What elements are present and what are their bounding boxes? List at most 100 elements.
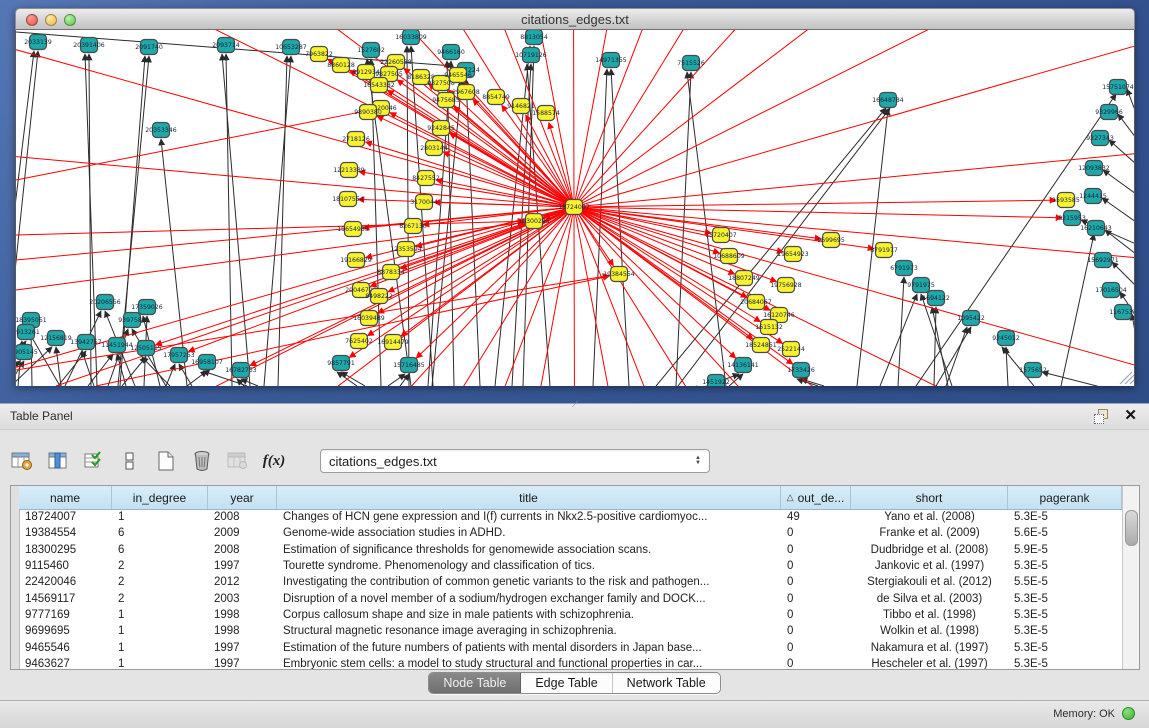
table-cell[interactable]: Stergiakouli et al. (2012) bbox=[851, 576, 1008, 588]
table-cell[interactable]: 18724007 bbox=[19, 511, 112, 523]
table-cell[interactable]: Nakamura et al. (1997) bbox=[851, 642, 1008, 654]
table-cell[interactable]: Embryonic stem cells: a model to study s… bbox=[277, 658, 781, 669]
table-cell[interactable]: Franke et al. (2009) bbox=[851, 527, 1008, 539]
delete-table-icon[interactable] bbox=[190, 449, 214, 473]
table-cell[interactable]: 14569117 bbox=[19, 593, 112, 605]
table-cell[interactable]: 1 bbox=[112, 658, 208, 669]
table-cell[interactable]: Hescheler et al. (1997) bbox=[851, 658, 1008, 669]
table-cell[interactable]: 1997 bbox=[208, 658, 277, 669]
table-cell[interactable]: 2008 bbox=[208, 511, 277, 523]
table-cell[interactable]: 5.3E-5 bbox=[1008, 511, 1122, 523]
table-row[interactable]: 2242004622012Investigating the contribut… bbox=[19, 574, 1122, 590]
table-cell[interactable]: 0 bbox=[781, 609, 851, 621]
window-titlebar[interactable]: citations_edges.txt bbox=[15, 8, 1135, 30]
table-row[interactable]: 1830029562008Estimation of significance … bbox=[19, 542, 1122, 558]
table-cell[interactable]: 49 bbox=[781, 511, 851, 523]
network-canvas[interactable]: 2033139203914062091740209371410653287152… bbox=[15, 30, 1135, 386]
table-row[interactable]: 1938455462009Genome-wide association stu… bbox=[19, 525, 1122, 541]
table-cell[interactable]: 5.3E-5 bbox=[1008, 593, 1122, 605]
table-cell[interactable]: 0 bbox=[781, 560, 851, 572]
table-cell[interactable]: 5.6E-5 bbox=[1008, 527, 1122, 539]
table-row[interactable]: 946554611997Estimation of the future num… bbox=[19, 639, 1122, 655]
table-cell[interactable]: 2 bbox=[112, 593, 208, 605]
table-row[interactable]: 1872400712008Changes of HCN gene express… bbox=[19, 509, 1122, 525]
select-columns-icon[interactable] bbox=[82, 449, 106, 473]
table-cell[interactable]: 0 bbox=[781, 576, 851, 588]
table-cell[interactable]: 2008 bbox=[208, 544, 277, 556]
table-row[interactable]: 911546021997Tourette syndrome. Phenomeno… bbox=[19, 558, 1122, 574]
table-cell[interactable]: 1 bbox=[112, 609, 208, 621]
canvas-resize-grip[interactable] bbox=[1120, 372, 1134, 384]
table-cell[interactable]: 0 bbox=[781, 642, 851, 654]
column-header-year[interactable]: year bbox=[208, 486, 277, 509]
table-cell[interactable]: 5.3E-5 bbox=[1008, 625, 1122, 637]
row-height-icon[interactable] bbox=[118, 449, 142, 473]
table-cell[interactable]: 5.3E-5 bbox=[1008, 609, 1122, 621]
table-cell[interactable]: 1 bbox=[112, 511, 208, 523]
table-cell[interactable]: 5.5E-5 bbox=[1008, 576, 1122, 588]
table-cell[interactable]: Jankovic et al. (1997) bbox=[851, 560, 1008, 572]
column-header-in_degree[interactable]: in_degree bbox=[112, 486, 208, 509]
memory-ok-icon[interactable] bbox=[1122, 707, 1135, 720]
table-cell[interactable]: 2 bbox=[112, 576, 208, 588]
table-cell[interactable]: 0 bbox=[781, 658, 851, 669]
function-builder-icon[interactable]: f(x) bbox=[262, 449, 286, 473]
show-column-icon[interactable] bbox=[46, 449, 70, 473]
table-cell[interactable]: 5.3E-5 bbox=[1008, 642, 1122, 654]
table-cell[interactable]: 2003 bbox=[208, 593, 277, 605]
table-cell[interactable]: Estimation of the future numbers of pati… bbox=[277, 642, 781, 654]
table-cell[interactable]: 19384554 bbox=[19, 527, 112, 539]
table-cell[interactable]: 0 bbox=[781, 593, 851, 605]
table-cell[interactable]: 2012 bbox=[208, 576, 277, 588]
table-cell[interactable]: Wolkin et al. (1998) bbox=[851, 625, 1008, 637]
column-header-title[interactable]: title bbox=[277, 486, 781, 509]
table-cell[interactable]: Genome-wide association studies in ADHD. bbox=[277, 527, 781, 539]
table-cell[interactable]: 9463627 bbox=[19, 658, 112, 669]
table-scrollbar[interactable] bbox=[1122, 486, 1139, 669]
column-header-name[interactable]: name bbox=[19, 486, 112, 509]
tab-node-table[interactable]: Node Table bbox=[429, 673, 521, 693]
table-cell[interactable]: 1 bbox=[112, 625, 208, 637]
table-cell[interactable]: Tourette syndrome. Phenomenology and cla… bbox=[277, 560, 781, 572]
table-cell[interactable]: Investigating the contribution of common… bbox=[277, 576, 781, 588]
close-panel-icon[interactable]: ✕ bbox=[1124, 406, 1137, 424]
table-cell[interactable]: 2009 bbox=[208, 527, 277, 539]
float-panel-icon[interactable] bbox=[1094, 409, 1109, 423]
table-cell[interactable]: 0 bbox=[781, 625, 851, 637]
table-cell[interactable]: 1998 bbox=[208, 625, 277, 637]
table-cell[interactable]: 22420046 bbox=[19, 576, 112, 588]
table-cell[interactable]: 9699695 bbox=[19, 625, 112, 637]
table-cell[interactable]: Changes of HCN gene expression and I(f) … bbox=[277, 511, 781, 523]
table-cell[interactable]: 1998 bbox=[208, 609, 277, 621]
table-cell[interactable]: 1 bbox=[112, 642, 208, 654]
table-cell[interactable]: 6 bbox=[112, 544, 208, 556]
table-settings-icon[interactable] bbox=[10, 449, 34, 473]
scrollbar-thumb[interactable] bbox=[1125, 510, 1138, 546]
table-cell[interactable]: 6 bbox=[112, 527, 208, 539]
table-row[interactable]: 969969511998Structural magnetic resonanc… bbox=[19, 623, 1122, 639]
column-header-short[interactable]: short bbox=[851, 486, 1008, 509]
import-table-icon[interactable] bbox=[226, 449, 250, 473]
table-selector-dropdown[interactable]: citations_edges.txt ▲▼ bbox=[320, 449, 710, 473]
table-row[interactable]: 1456911722003Disruption of a novel membe… bbox=[19, 590, 1122, 606]
table-cell[interactable]: 5.3E-5 bbox=[1008, 658, 1122, 669]
table-cell[interactable]: Yano et al. (2008) bbox=[851, 511, 1008, 523]
tab-edge-table[interactable]: Edge Table bbox=[521, 673, 612, 693]
table-cell[interactable]: 9777169 bbox=[19, 609, 112, 621]
table-cell[interactable]: Tibbo et al. (1998) bbox=[851, 609, 1008, 621]
table-cell[interactable]: 5.3E-5 bbox=[1008, 560, 1122, 572]
table-cell[interactable]: 5.9E-5 bbox=[1008, 544, 1122, 556]
tab-network-table[interactable]: Network Table bbox=[613, 673, 720, 693]
panel-split-grip[interactable]: ⟋ bbox=[572, 400, 584, 409]
table-cell[interactable]: Corpus callosum shape and size in male p… bbox=[277, 609, 781, 621]
new-table-icon[interactable] bbox=[154, 449, 178, 473]
column-header-pagerank[interactable]: pagerank bbox=[1008, 486, 1122, 509]
table-cell[interactable]: de Silva et al. (2003) bbox=[851, 593, 1008, 605]
table-cell[interactable]: 18300295 bbox=[19, 544, 112, 556]
column-header-out_de[interactable]: △out_de... bbox=[781, 486, 851, 509]
table-cell[interactable]: 2 bbox=[112, 560, 208, 572]
table-cell[interactable]: 0 bbox=[781, 527, 851, 539]
table-row[interactable]: 946362711997Embryonic stem cells: a mode… bbox=[19, 656, 1122, 669]
table-cell[interactable]: 9115460 bbox=[19, 560, 112, 572]
table-cell[interactable]: Disruption of a novel member of a sodium… bbox=[277, 593, 781, 605]
